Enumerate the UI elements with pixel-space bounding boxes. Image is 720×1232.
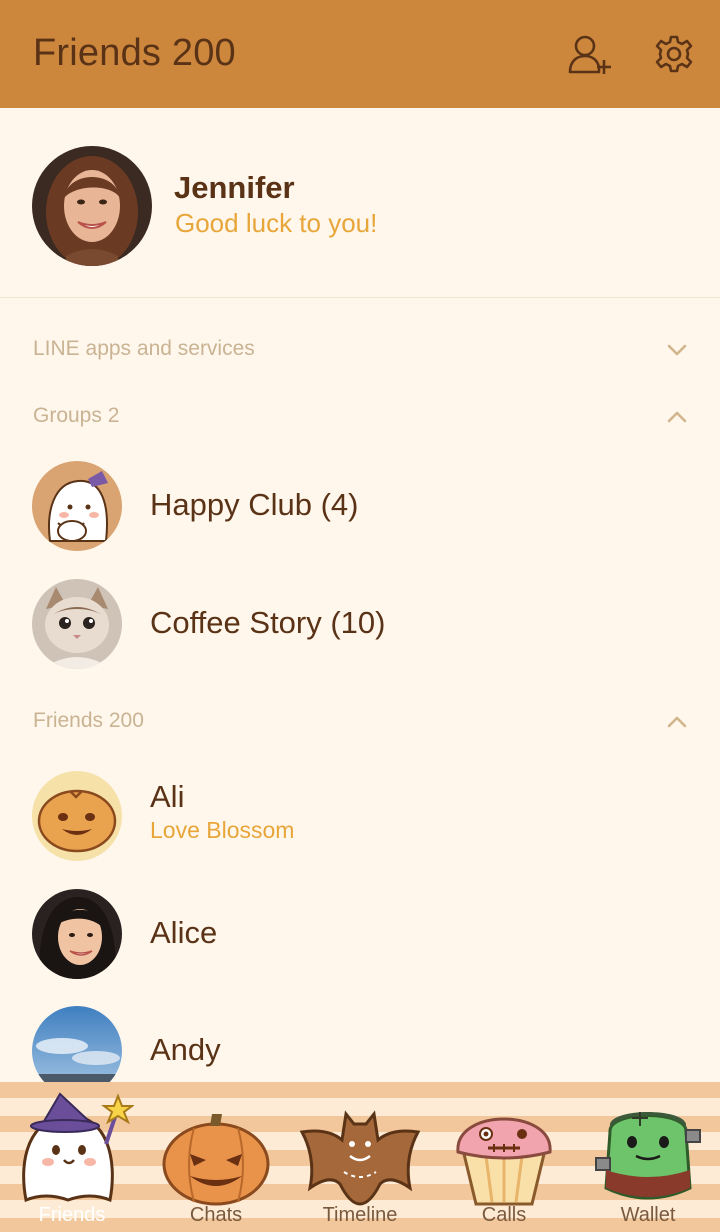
bat-cookie-icon — [299, 1110, 421, 1206]
friend-status-message: Love Blossom — [150, 817, 295, 843]
tab-calls[interactable]: Calls — [432, 1082, 576, 1232]
chevron-up-icon[interactable] — [666, 408, 688, 426]
add-friend-icon[interactable] — [568, 34, 614, 76]
friend-row-ali[interactable]: Ali Love Blossom — [0, 761, 720, 871]
friend-name: Andy — [150, 1032, 221, 1067]
profile-avatar[interactable] — [32, 146, 152, 266]
tab-label: Chats — [189, 1204, 243, 1226]
profile-name: Jennifer — [174, 170, 295, 205]
tab-chats[interactable]: Chats — [144, 1082, 288, 1232]
group-name: Happy Club (4) — [150, 487, 359, 522]
section-label: Friends 200 — [33, 709, 144, 732]
cupcake-icon — [456, 1117, 552, 1206]
chevron-up-icon[interactable] — [666, 713, 688, 731]
section-line-apps[interactable]: LINE apps and services — [0, 333, 720, 373]
friend-avatar — [32, 771, 122, 861]
chevron-down-icon[interactable] — [666, 341, 688, 359]
ghost-icon — [22, 1092, 134, 1203]
section-friends[interactable]: Friends 200 — [0, 705, 720, 745]
group-avatar — [32, 461, 122, 551]
frankenstein-icon — [595, 1112, 701, 1200]
tab-friends[interactable]: Friends — [0, 1082, 144, 1232]
tab-label: Wallet — [620, 1204, 676, 1226]
group-name: Coffee Story (10) — [150, 605, 386, 640]
gear-icon[interactable] — [654, 34, 694, 74]
group-avatar — [32, 579, 122, 669]
bottom-tab-bar: Friends Chats Timeline Calls Wallet — [0, 1082, 720, 1232]
tab-label: Calls — [481, 1204, 527, 1226]
friend-name: Alice — [150, 915, 218, 950]
profile-status-message: Good luck to you! — [175, 208, 378, 238]
section-label: LINE apps and services — [33, 337, 255, 360]
friend-avatar — [32, 889, 122, 979]
friend-row-alice[interactable]: Alice — [0, 879, 720, 989]
group-row-happy-club[interactable]: Happy Club (4) — [0, 451, 720, 561]
my-profile[interactable]: Jennifer Good luck to you! — [0, 108, 720, 298]
pumpkin-icon — [162, 1114, 270, 1206]
friend-name: Ali — [150, 779, 185, 814]
tab-label: Timeline — [322, 1204, 398, 1226]
tab-timeline[interactable]: Timeline — [288, 1082, 432, 1232]
group-row-coffee-story[interactable]: Coffee Story (10) — [0, 569, 720, 679]
section-label: Groups 2 — [33, 404, 120, 427]
tab-wallet[interactable]: Wallet — [576, 1082, 720, 1232]
section-groups[interactable]: Groups 2 — [0, 400, 720, 440]
tab-label: Friends — [38, 1204, 106, 1226]
top-bar: Friends 200 — [0, 0, 720, 108]
page-title: Friends 200 — [33, 32, 236, 74]
